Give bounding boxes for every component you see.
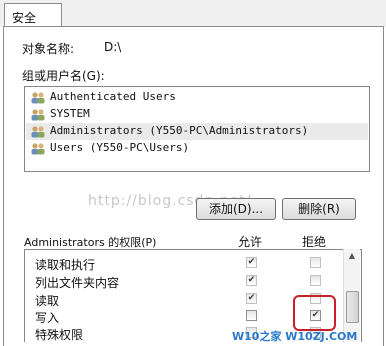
remove-button[interactable]: 删除(R) [282,198,356,220]
allow-checkbox-read[interactable]: ✔ [246,293,257,304]
object-name-row: 对象名称: D:\ [22,40,121,57]
permission-name: 读取和执行 [35,258,96,272]
object-name-value: D:\ [104,40,122,54]
scroll-thumb[interactable] [346,291,359,323]
allow-checkbox-write[interactable] [246,310,257,321]
group-users-label: 组或用户名(G): [22,69,105,83]
user-item-system[interactable]: SYSTEM [26,106,368,123]
user-item-administrators[interactable]: Administrators (Y550-PC\Administrators) [26,123,368,140]
object-name-label: 对象名称: [22,42,75,56]
user-item-authenticated-users[interactable]: Authenticated Users [26,89,368,106]
user-item-users[interactable]: Users (Y550-PC\Users) [26,140,368,157]
deny-column-header: 拒绝 [302,235,327,249]
user-item-label: SYSTEM [50,107,90,120]
users-icon [31,126,45,138]
deny-write-highlight [293,295,336,331]
users-icon [31,143,45,155]
scroll-up-icon[interactable]: ▲ [344,249,360,263]
users-icon [31,92,45,104]
users-icon [31,109,45,121]
tab-security[interactable]: 安全 [4,3,62,27]
permission-name: 列出文件夹内容 [35,276,120,290]
allow-column-header: 允许 [238,235,263,249]
user-list[interactable]: Authenticated Users SYSTEM Administrator… [24,86,370,172]
user-item-label: Users (Y550-PC\Users) [50,141,190,154]
add-button[interactable]: 添加(D)... [196,198,276,220]
deny-checkbox-read-execute[interactable] [310,257,321,268]
deny-checkbox-list-folder[interactable] [310,275,321,286]
user-item-label: Administrators (Y550-PC\Administrators) [50,124,309,137]
permissions-label: Administrators 的权限(P) [24,236,157,249]
permission-name: 写入 [35,311,60,325]
allow-checkbox-list-folder[interactable]: ✔ [246,275,257,286]
permission-name: 特殊权限 [35,328,84,342]
allow-checkbox-read-execute[interactable]: ✔ [246,257,257,268]
tab-strip: 安全 [0,0,386,27]
user-item-label: Authenticated Users [50,90,176,103]
permission-name: 读取 [35,294,60,308]
